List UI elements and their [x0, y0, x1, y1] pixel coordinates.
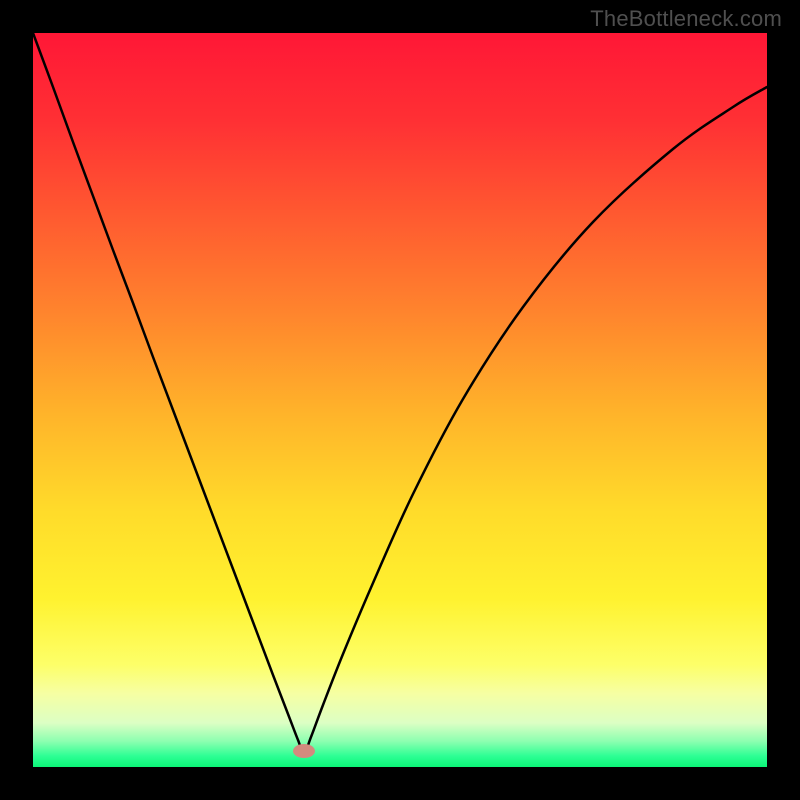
watermark-text: TheBottleneck.com [590, 6, 782, 32]
chart-frame: TheBottleneck.com [0, 0, 800, 800]
vertex-marker [293, 744, 315, 758]
chart-curve [33, 33, 767, 767]
plot-area [33, 33, 767, 767]
